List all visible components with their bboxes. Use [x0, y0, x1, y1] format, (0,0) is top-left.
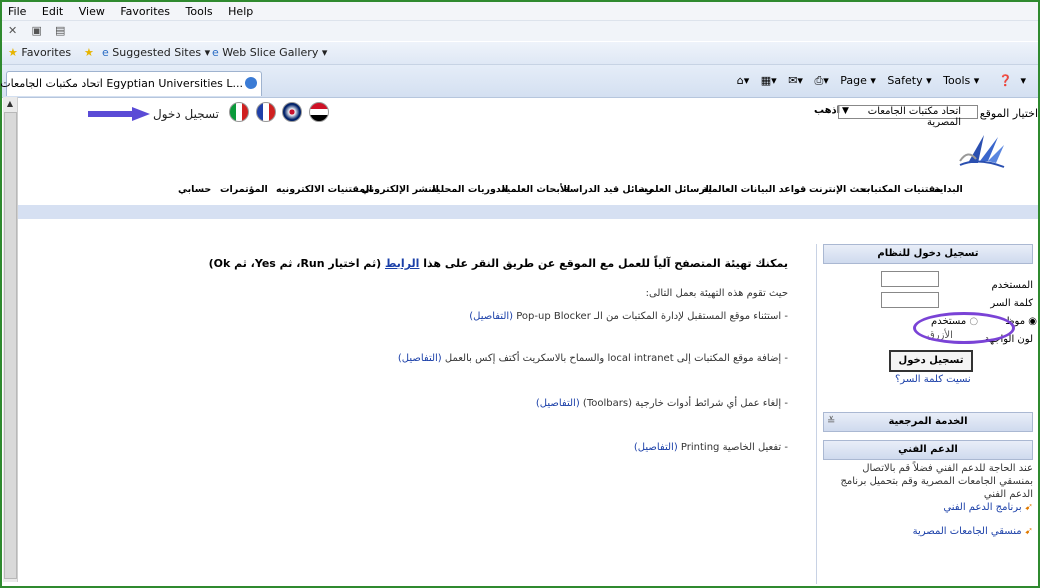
tab-title: اتحاد مكتبات الجامعات المصرية Egyptian U…	[0, 77, 243, 90]
print-icon[interactable]: ⎙▾	[814, 74, 828, 87]
details-link[interactable]: (التفاصيل)	[398, 353, 442, 364]
favorites-button[interactable]: ★ Favorites	[8, 46, 71, 59]
coordinators-link[interactable]: منسقي الجامعات المصرية ➹	[913, 526, 1033, 537]
forgot-password-link[interactable]: نسيت كلمة السر؟	[895, 374, 971, 385]
home-icon[interactable]: ⌂▾	[737, 74, 750, 87]
login-link[interactable]: تسجيل دخول	[153, 107, 219, 121]
suggested-sites-button[interactable]: e Suggested Sites ▾	[102, 46, 210, 59]
reference-service-header[interactable]: الخدمة المرجعية	[823, 412, 1033, 432]
list-item: - إضافة موقع المكتبات إلى local intranet…	[397, 353, 788, 364]
list-item: - استثناء موقع المستقبل لإدارة المكتبات …	[469, 311, 788, 322]
password-input[interactable]	[881, 292, 939, 308]
nav-library-holdings[interactable]: مقتنيات المكتبات	[861, 184, 941, 195]
toolbar-right: ⌂▾ ▦▾ ✉▾ ⎙▾ Page ▾ Safety ▾ Tools ▾ ❓ ▾	[729, 74, 1026, 88]
bullet-icon: ➹	[1024, 502, 1033, 513]
copy-icon[interactable]: ▣	[32, 25, 44, 37]
mail-icon[interactable]: ✉▾	[788, 74, 803, 87]
page-menu[interactable]: Page ▾	[840, 74, 876, 87]
star-icon: ★	[8, 46, 18, 59]
nav-my-account[interactable]: حسابي	[178, 184, 211, 195]
collapse-icon[interactable]: ≚	[827, 416, 835, 427]
vertical-scrollbar[interactable]: ▲	[3, 97, 18, 582]
italy-flag-icon[interactable]	[229, 102, 249, 122]
menu-tools[interactable]: Tools	[180, 2, 219, 18]
details-link[interactable]: (التفاصيل)	[634, 442, 678, 453]
bullet-icon: ➹	[1024, 526, 1033, 537]
details-link[interactable]: (التفاصيل)	[469, 311, 513, 322]
arrow-annotation	[88, 107, 150, 121]
radio-selected-icon: ◉	[1028, 316, 1037, 327]
login-panel-header: تسجيل دخول للنظام	[823, 244, 1033, 264]
site-logo	[959, 135, 1005, 168]
paste-icon[interactable]: ▤	[55, 25, 67, 37]
list-item: - تفعيل الخاصية Printing (التفاصيل)	[633, 442, 788, 453]
language-flags	[226, 102, 329, 122]
go-button[interactable]: اذهب	[814, 105, 840, 119]
browser-tab[interactable]: اتحاد مكتبات الجامعات المصرية Egyptian U…	[0, 71, 262, 96]
tech-support-header: الدعم الفني	[823, 440, 1033, 460]
site-select[interactable]: ▼ اتحاد مكتبات الجامعات المصرية	[838, 105, 978, 128]
nav-local-journals[interactable]: الدوريات المحلية	[431, 184, 508, 195]
menu-view[interactable]: View	[73, 2, 111, 18]
feeds-icon[interactable]: ▦▾	[761, 74, 777, 87]
france-flag-icon[interactable]	[255, 102, 276, 122]
nav-divider-strip	[18, 205, 1038, 219]
command-bar: ✕ ▣ ▤	[2, 21, 1038, 41]
favorites-bar: ★ Favorites ★ e Suggested Sites ▾ e Web …	[2, 42, 1038, 65]
menu-favorites[interactable]: Favorites	[114, 2, 176, 18]
intro-subtitle: حيث تقوم هذه التهيئة بعمل التالى:	[645, 288, 788, 299]
site-favicon	[245, 77, 257, 89]
password-label: كلمة السر	[990, 298, 1033, 309]
menu-bar: File Edit View Favorites Tools Help	[2, 2, 1038, 21]
support-text: عند الحاجة للدعم الفني فضلاً قم بالاتصال…	[840, 463, 1033, 500]
safety-menu[interactable]: Safety ▾	[887, 74, 931, 87]
nav-conferences[interactable]: المؤتمرات	[220, 184, 268, 195]
uk-flag-icon[interactable]	[282, 102, 302, 122]
help-icon[interactable]: ❓ ▾	[991, 74, 1026, 87]
list-item: - إلغاء عمل أي شرائط أدوات خارجية (Toolb…	[535, 398, 788, 409]
nav-theses-in-progress[interactable]: رسائل قيد الدراسة	[564, 184, 653, 195]
support-program-link[interactable]: برنامج الدعم الفني ➹	[943, 502, 1033, 513]
nav-research[interactable]: الأبحاث العلمية	[501, 184, 570, 195]
tools-menu[interactable]: Tools ▾	[943, 74, 979, 87]
details-link[interactable]: (التفاصيل)	[536, 398, 580, 409]
chevron-down-icon: ▼	[842, 106, 849, 116]
ie-icon: e	[212, 46, 219, 59]
right-panel: تسجيل دخول للنظام المستخدم كلمة السر موظ…	[816, 244, 1039, 584]
tab-bar: اتحاد مكتبات الجامعات المصرية Egyptian U…	[0, 65, 1038, 98]
menu-file[interactable]: File	[2, 2, 32, 18]
add-favorites-icon[interactable]: ★	[84, 46, 94, 59]
scroll-up-icon[interactable]: ▲	[5, 99, 15, 109]
username-label: المستخدم	[991, 280, 1033, 291]
menu-edit[interactable]: Edit	[36, 2, 69, 18]
nav-e-holdings[interactable]: المقتنيات الالكترونيه	[276, 184, 372, 195]
close-icon[interactable]: ✕	[8, 25, 20, 37]
egypt-flag-icon[interactable]	[308, 102, 329, 122]
intro-text: يمكنك تهيئة المتصفح آلياً للعمل مع الموق…	[208, 257, 788, 270]
page-content: تسجيل دخول اذهب ▼ اتحاد مكتبات الجامعات …	[18, 97, 1038, 584]
nav-e-publishing[interactable]: النشر الإلكتروني	[361, 184, 439, 195]
username-input[interactable]	[881, 271, 939, 287]
top-strip: تسجيل دخول اذهب ▼ اتحاد مكتبات الجامعات …	[18, 97, 1038, 129]
scroll-thumb[interactable]	[4, 112, 17, 579]
login-button[interactable]: تسجيل دخول	[889, 350, 973, 372]
web-slice-gallery-button[interactable]: e Web Slice Gallery ▾	[212, 46, 327, 59]
highlight-oval	[913, 312, 1015, 344]
main-nav: البداية مقتنيات المكتبات بحث الإنترنت قو…	[146, 184, 976, 198]
nav-internet-search[interactable]: بحث الإنترنت	[809, 184, 870, 195]
config-link[interactable]: الرابط	[385, 257, 419, 270]
ie-icon: e	[102, 46, 109, 59]
menu-help[interactable]: Help	[222, 2, 259, 18]
site-select-label: اختيار الموقع	[979, 107, 1038, 120]
nav-global-databases[interactable]: قواعد البيانات العالمية	[702, 184, 806, 195]
